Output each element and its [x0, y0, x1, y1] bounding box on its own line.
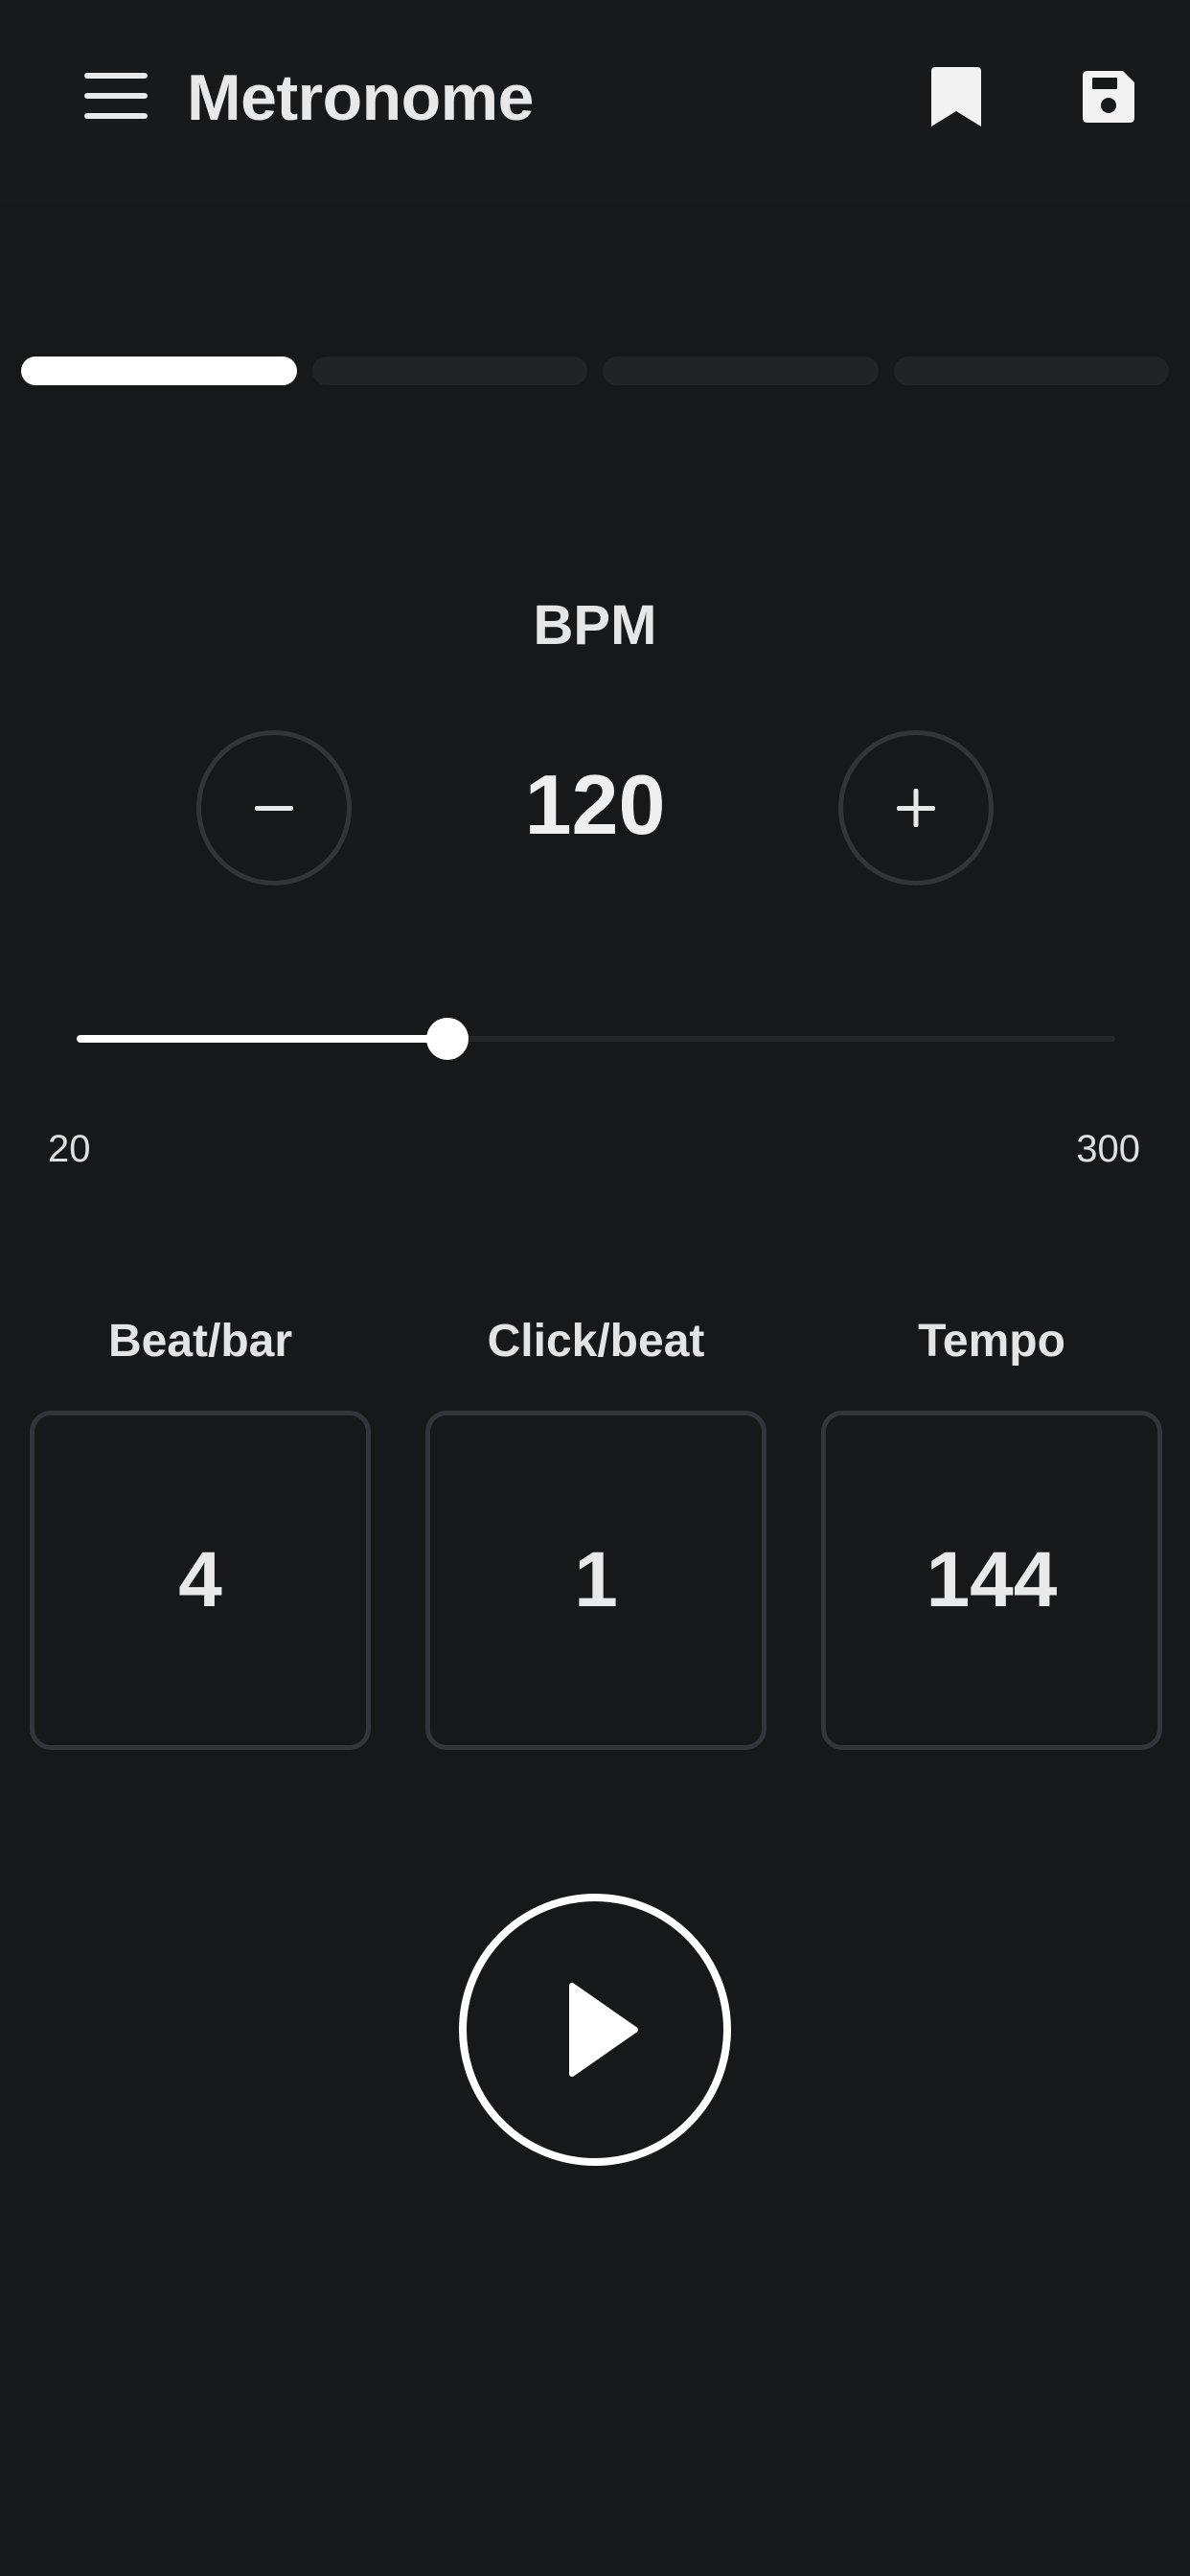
play-icon — [569, 1983, 638, 2077]
slider-max-label: 300 — [1076, 1128, 1140, 1170]
bpm-value: 120 — [524, 757, 666, 852]
decrease-bpm-button[interactable] — [196, 730, 352, 886]
tempo-value: 144 — [926, 1536, 1058, 1623]
app-bar: Metronome — [0, 0, 1190, 201]
beats-per-bar-label: Beat/bar — [107, 1316, 293, 1367]
minus-icon — [255, 806, 293, 811]
slider-min-label: 20 — [48, 1128, 91, 1170]
bpm-label: BPM — [533, 594, 657, 656]
beats-per-bar-box[interactable]: 4 — [30, 1411, 371, 1750]
plus-icon — [897, 789, 935, 827]
page-indicator-segment[interactable] — [21, 356, 297, 385]
page-indicator — [21, 356, 1169, 385]
page-indicator-segment[interactable] — [311, 356, 587, 385]
bpm-slider[interactable] — [77, 1018, 1115, 1060]
increase-bpm-button[interactable] — [838, 730, 994, 886]
app-title: Metronome — [187, 61, 534, 134]
slider-fill — [77, 1035, 448, 1043]
save-icon[interactable] — [1083, 71, 1134, 123]
clicks-per-beat-value: 1 — [574, 1536, 618, 1623]
bookmark-icon[interactable] — [931, 67, 981, 126]
beats-per-bar-value: 4 — [178, 1536, 222, 1623]
menu-icon[interactable] — [84, 73, 148, 119]
clicks-per-beat-box[interactable]: 1 — [425, 1411, 767, 1750]
tempo-label: Tempo — [918, 1316, 1065, 1367]
page-indicator-segment[interactable] — [893, 356, 1169, 385]
tempo-box[interactable]: 144 — [821, 1411, 1162, 1750]
clicks-per-beat-label: Click/beat — [487, 1316, 705, 1367]
slider-thumb[interactable] — [426, 1018, 469, 1060]
page-indicator-segment[interactable] — [603, 356, 879, 385]
play-button[interactable] — [459, 1894, 731, 2166]
